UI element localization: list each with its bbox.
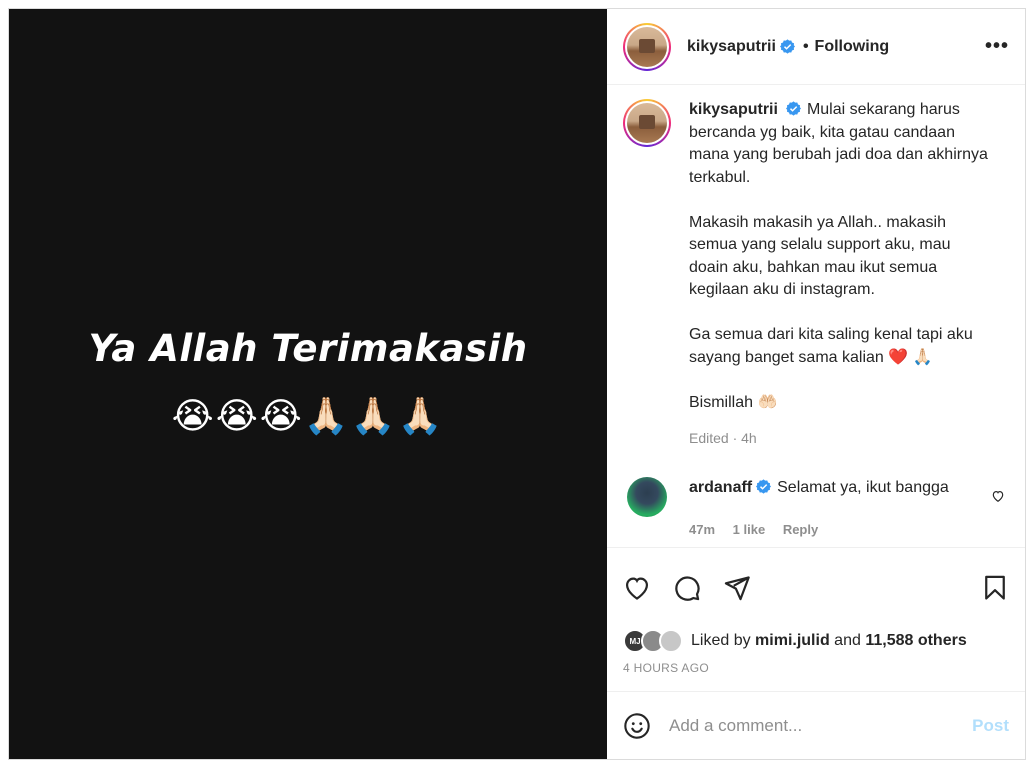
caption-meta: Edited · 4h: [689, 429, 757, 446]
commenter-avatar[interactable]: [627, 477, 667, 517]
comment-item: ardanaff Selamat ya, ikut bangga 47m 1 li…: [623, 477, 1009, 541]
post-timestamp: 4 HOURS AGO: [623, 661, 709, 675]
media-emoji: 😭😭😭🙏🏻🙏🏻🙏🏻: [171, 396, 445, 437]
caption-author-avatar[interactable]: [623, 99, 671, 147]
liker-avatars[interactable]: MJ: [623, 629, 683, 653]
post-modal: Ya Allah Terimakasih 😭😭😭🙏🏻🙏🏻🙏🏻 kikysaput…: [8, 8, 1026, 760]
liker-username[interactable]: mimi.julid: [755, 632, 830, 650]
share-button[interactable]: [723, 574, 751, 602]
heart-icon[interactable]: [623, 574, 651, 602]
commenter-username[interactable]: ardanaff: [689, 479, 752, 496]
post-sidebar: kikysaputrii • Following ••• kikysaputri…: [607, 9, 1025, 759]
likes-prefix: Liked by: [691, 632, 751, 649]
comment-button[interactable]: [673, 574, 701, 602]
author-avatar[interactable]: [623, 22, 671, 71]
action-bar: [607, 547, 1025, 627]
verified-icon: [785, 101, 801, 116]
comment-input[interactable]: [669, 715, 973, 736]
verified-icon: [779, 39, 795, 54]
caption-paragraph-2: Makasih makasih ya Allah.. makasih semua…: [689, 213, 951, 299]
comment-time: 47m: [689, 522, 716, 537]
share-icon[interactable]: [723, 574, 751, 602]
verified-icon: [756, 479, 772, 494]
caption-emoji: ❤️ 🙏🏻: [888, 348, 933, 366]
comments-section[interactable]: kikysaputrii Mulai sekarang harus bercand…: [607, 85, 1025, 547]
media-headline: Ya Allah Terimakasih: [88, 327, 528, 370]
likes-conjunction: and: [834, 632, 861, 649]
liker-avatar: [659, 629, 683, 653]
comment-likes[interactable]: 1 like: [733, 522, 766, 537]
like-button[interactable]: [623, 574, 651, 602]
comment-reply-button[interactable]: Reply: [783, 522, 818, 537]
comment-icon[interactable]: [673, 574, 701, 602]
following-button[interactable]: Following: [815, 38, 890, 56]
post-header: kikysaputrii • Following •••: [607, 9, 1025, 85]
author-username[interactable]: kikysaputrii: [687, 38, 776, 56]
post-media[interactable]: Ya Allah Terimakasih 😭😭😭🙏🏻🙏🏻🙏🏻: [9, 9, 607, 759]
post-button[interactable]: Post: [972, 716, 1009, 736]
save-button[interactable]: [981, 574, 1009, 602]
comment-text: Selamat ya, ikut bangga: [777, 479, 949, 496]
caption-paragraph-4: Bismillah 🤲🏻: [689, 393, 778, 411]
likes-summary: MJ Liked by mimi.julid and 11,588 others: [607, 627, 1025, 655]
caption-username[interactable]: kikysaputrii: [689, 101, 778, 118]
emoji-icon[interactable]: [623, 712, 651, 740]
comment-like-icon[interactable]: [991, 489, 1005, 503]
add-comment-bar: Post: [607, 691, 1025, 759]
header-separator: •: [802, 37, 809, 55]
bookmark-icon[interactable]: [981, 574, 1009, 602]
likes-count[interactable]: 11,588 others: [865, 632, 966, 650]
more-icon[interactable]: •••: [985, 35, 1009, 58]
caption: kikysaputrii Mulai sekarang harus bercand…: [623, 99, 1009, 449]
